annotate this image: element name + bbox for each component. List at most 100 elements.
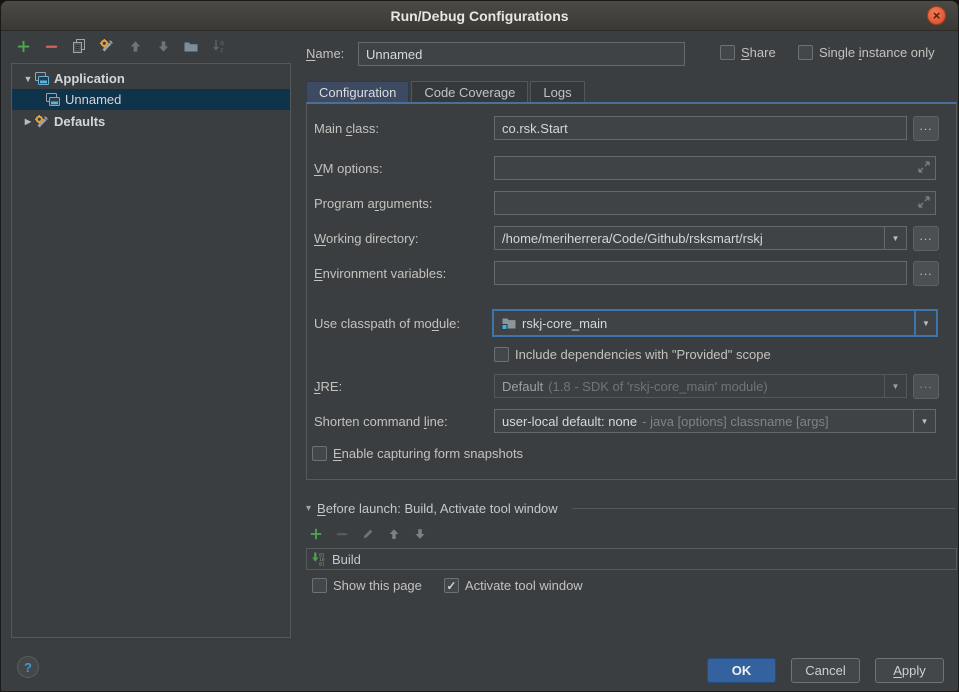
add-icon bbox=[309, 527, 323, 541]
jre-label: JRE: bbox=[314, 379, 494, 394]
name-input[interactable]: Unnamed bbox=[358, 42, 685, 66]
svg-text:a: a bbox=[220, 40, 224, 47]
expand-field-icon[interactable] bbox=[916, 159, 932, 175]
use-classpath-label: Use classpath of module: bbox=[314, 316, 494, 331]
tree-item-label: Unnamed bbox=[65, 92, 121, 107]
dropdown-arrow-icon[interactable]: ▼ bbox=[884, 227, 906, 249]
remove-icon bbox=[335, 527, 349, 541]
main-class-input[interactable]: co.rsk.Start bbox=[494, 116, 907, 140]
pencil-icon bbox=[361, 527, 375, 541]
shorten-command-line-label: Shorten command line: bbox=[314, 414, 494, 429]
tab-configuration[interactable]: Configuration bbox=[306, 81, 409, 103]
activate-tool-window-label: Activate tool window bbox=[465, 578, 583, 593]
task-row-build[interactable]: 011001 Build bbox=[307, 549, 956, 569]
show-this-page-checkbox[interactable] bbox=[312, 578, 327, 593]
before-launch-task-list: 011001 Build bbox=[306, 548, 957, 570]
application-icon bbox=[45, 92, 61, 108]
arrow-down-icon bbox=[413, 527, 427, 541]
name-label: Name: bbox=[306, 46, 344, 61]
single-instance-checkbox[interactable] bbox=[798, 45, 813, 60]
tab-code-coverage[interactable]: Code Coverage bbox=[411, 81, 528, 103]
environment-variables-label: Environment variables: bbox=[314, 266, 494, 281]
jre-browse-button[interactable]: ... bbox=[913, 374, 939, 399]
remove-icon bbox=[44, 39, 59, 54]
shorten-command-line-row: Shorten command line: user-local default… bbox=[314, 408, 936, 434]
single-instance-label: Single instance only bbox=[819, 45, 935, 60]
activate-tool-window-row: ✓ Activate tool window bbox=[444, 578, 583, 593]
before-launch-section-header[interactable]: ▾ Before launch: Build, Activate tool wi… bbox=[306, 501, 955, 516]
expand-field-icon[interactable] bbox=[916, 194, 932, 210]
before-launch-options: Show this page ✓ Activate tool window bbox=[312, 578, 583, 593]
before-launch-title: Before launch: Build, Activate tool wind… bbox=[317, 501, 558, 516]
remove-configuration-button[interactable] bbox=[43, 38, 59, 54]
environment-variables-row: Environment variables: ... bbox=[314, 260, 936, 286]
section-collapse-icon[interactable]: ▾ bbox=[306, 503, 311, 514]
working-directory-combobox[interactable]: /home/meriherrera/Code/Github/rsksmart/r… bbox=[494, 226, 907, 250]
add-icon bbox=[16, 39, 31, 54]
move-down-button[interactable] bbox=[155, 38, 171, 54]
working-directory-label: Working directory: bbox=[314, 231, 494, 246]
activate-tool-window-checkbox[interactable]: ✓ bbox=[444, 578, 459, 593]
sort-configurations-button[interactable]: az bbox=[211, 38, 227, 54]
arrow-up-icon bbox=[128, 39, 143, 54]
cancel-button[interactable]: Cancel bbox=[791, 658, 860, 683]
create-folder-button[interactable] bbox=[183, 38, 199, 54]
help-button[interactable]: ? bbox=[17, 656, 39, 678]
chevron-down-icon[interactable]: ▼ bbox=[22, 74, 34, 84]
dropdown-arrow-icon[interactable]: ▼ bbox=[914, 311, 936, 335]
tree-item-defaults[interactable]: ▶ Defaults bbox=[12, 111, 290, 132]
shorten-command-line-combobox[interactable]: user-local default: none - java [options… bbox=[494, 409, 936, 433]
environment-variables-input[interactable] bbox=[494, 261, 907, 285]
main-class-label: Main class: bbox=[314, 121, 494, 136]
ellipsis-icon: ... bbox=[919, 229, 932, 243]
build-icon: 011001 bbox=[311, 551, 327, 567]
add-task-button[interactable] bbox=[308, 526, 323, 541]
jre-combobox[interactable]: Default (1.8 - SDK of 'rskj-core_main' m… bbox=[494, 374, 907, 398]
environment-variables-browse-button[interactable]: ... bbox=[913, 261, 939, 286]
dropdown-arrow-icon[interactable]: ▼ bbox=[913, 410, 935, 432]
before-launch-toolbar bbox=[308, 526, 427, 541]
tab-bar: Configuration Code Coverage Logs bbox=[306, 81, 585, 103]
dropdown-arrow-icon[interactable]: ▼ bbox=[884, 375, 906, 397]
section-divider bbox=[572, 508, 955, 509]
remove-task-button[interactable] bbox=[334, 526, 349, 541]
ellipsis-icon: ... bbox=[919, 264, 932, 278]
main-class-browse-button[interactable]: ... bbox=[913, 116, 939, 141]
move-task-up-button[interactable] bbox=[386, 526, 401, 541]
working-directory-browse-button[interactable]: ... bbox=[913, 226, 939, 251]
vm-options-input[interactable] bbox=[494, 156, 936, 180]
run-debug-configurations-dialog: Run/Debug Configurations × az bbox=[0, 0, 959, 692]
share-checkbox[interactable] bbox=[720, 45, 735, 60]
move-up-button[interactable] bbox=[127, 38, 143, 54]
include-provided-row: Include dependencies with "Provided" sco… bbox=[494, 341, 936, 367]
enable-capturing-checkbox[interactable] bbox=[312, 446, 327, 461]
tab-logs[interactable]: Logs bbox=[530, 81, 584, 103]
chevron-right-icon[interactable]: ▶ bbox=[22, 117, 34, 126]
enable-capturing-row: Enable capturing form snapshots bbox=[312, 440, 936, 466]
include-provided-label: Include dependencies with "Provided" sco… bbox=[515, 347, 771, 362]
single-instance-checkbox-row: Single instance only bbox=[798, 45, 935, 60]
vm-options-row: VM options: bbox=[314, 155, 936, 181]
arrow-down-icon bbox=[156, 39, 171, 54]
copy-configuration-button[interactable] bbox=[71, 38, 87, 54]
tree-item-application[interactable]: ▼ Application bbox=[12, 68, 290, 89]
edit-task-button[interactable] bbox=[360, 526, 375, 541]
enable-capturing-label: Enable capturing form snapshots bbox=[333, 446, 523, 461]
folder-icon bbox=[183, 38, 199, 54]
ok-button[interactable]: OK bbox=[707, 658, 776, 683]
use-classpath-combobox[interactable]: rskj-core_main ▼ bbox=[492, 309, 938, 337]
edit-defaults-button[interactable] bbox=[99, 38, 115, 54]
move-task-down-button[interactable] bbox=[412, 526, 427, 541]
copy-icon bbox=[71, 38, 87, 54]
apply-button[interactable]: Apply bbox=[875, 658, 944, 683]
task-label: Build bbox=[332, 552, 361, 567]
configurations-tree: ▼ Application Unnamed ▶ Defaults bbox=[11, 63, 291, 638]
tree-item-label: Application bbox=[54, 71, 125, 86]
configurations-toolbar: az bbox=[15, 38, 227, 54]
add-configuration-button[interactable] bbox=[15, 38, 31, 54]
window-title: Run/Debug Configurations bbox=[390, 8, 568, 24]
program-arguments-input[interactable] bbox=[494, 191, 936, 215]
include-provided-checkbox[interactable] bbox=[494, 347, 509, 362]
close-button[interactable]: × bbox=[927, 6, 946, 25]
tree-item-unnamed[interactable]: Unnamed bbox=[12, 89, 290, 110]
